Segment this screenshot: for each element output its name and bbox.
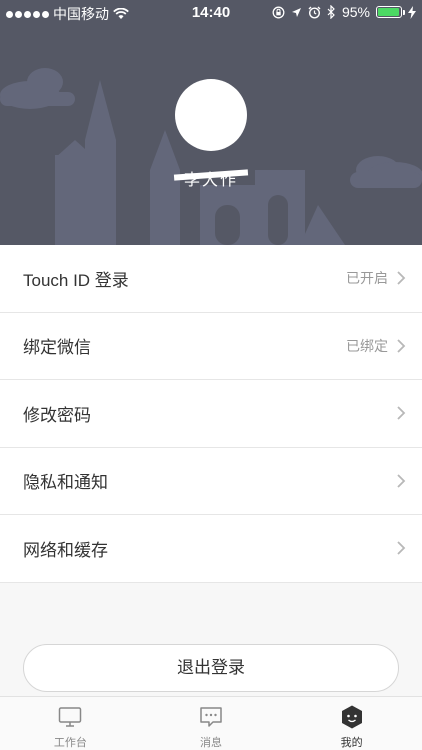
- monitor-icon: [59, 707, 82, 727]
- profile-face-icon: [341, 705, 362, 729]
- menu-item-label: 绑定微信: [23, 338, 91, 358]
- status-right: 95%: [272, 4, 416, 20]
- chevron-right-icon: [397, 339, 406, 353]
- tab-mine[interactable]: 我的: [281, 697, 422, 750]
- profile-header: 中国移动 14:40 95% 李大作: [0, 0, 422, 245]
- chevron-right-icon: [397, 406, 406, 420]
- tab-workbench[interactable]: 工作台: [0, 697, 141, 750]
- chevron-right-icon: [397, 474, 406, 488]
- status-bar: 中国移动 14:40 95%: [0, 0, 422, 24]
- menu-item-value: 已绑定: [346, 337, 388, 354]
- tab-messages[interactable]: 消息: [141, 697, 282, 750]
- menu-item-touch-id[interactable]: Touch ID 登录 已开启: [0, 245, 422, 313]
- avatar[interactable]: [175, 79, 247, 151]
- location-icon: [291, 7, 301, 17]
- alarm-icon: [308, 6, 321, 19]
- chevron-right-icon: [397, 541, 406, 555]
- bluetooth-icon: [327, 5, 335, 19]
- menu-item-network-cache[interactable]: 网络和缓存: [0, 515, 422, 583]
- tab-label: 我的: [340, 737, 363, 749]
- menu-item-bind-wechat[interactable]: 绑定微信 已绑定: [0, 312, 422, 380]
- battery-percent: 95%: [341, 4, 370, 20]
- username: 李大作: [0, 166, 422, 190]
- username-text: 李大作: [180, 166, 242, 190]
- menu-item-value: 已开启: [346, 270, 388, 287]
- chevron-right-icon: [397, 271, 406, 285]
- chat-bubble-icon: [200, 707, 222, 727]
- charging-icon: [408, 5, 416, 19]
- orientation-lock-icon: [272, 6, 285, 18]
- menu-item-change-password[interactable]: 修改密码: [0, 380, 422, 448]
- menu-item-privacy-notifications[interactable]: 隐私和通知: [0, 447, 422, 515]
- tab-label: 工作台: [53, 737, 87, 749]
- tab-label: 消息: [200, 737, 222, 749]
- menu-item-label: 隐私和通知: [23, 473, 108, 493]
- battery-icon: [376, 6, 405, 18]
- logout-button[interactable]: 退出登录: [23, 644, 399, 692]
- tab-bar: 工作台 消息 我的: [0, 696, 422, 750]
- menu-item-label: 网络和缓存: [23, 540, 108, 560]
- menu-item-label: Touch ID 登录: [23, 270, 129, 290]
- settings-menu: Touch ID 登录 已开启 绑定微信 已绑定 修改密码 隐私和通知 网络和缓…: [0, 245, 422, 583]
- menu-item-label: 修改密码: [23, 405, 91, 425]
